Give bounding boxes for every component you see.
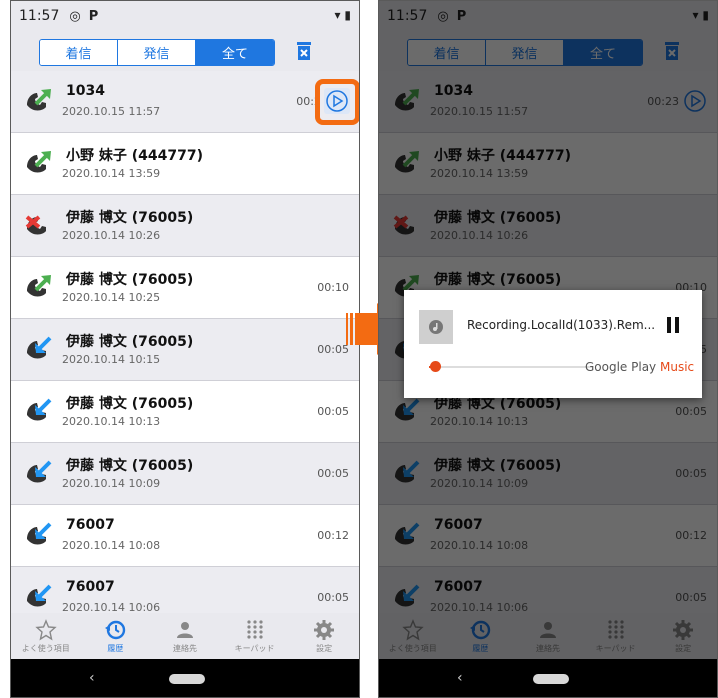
call-duration: 00:10 (317, 281, 349, 294)
keypad-icon (246, 620, 263, 639)
outgoing-call-icon (27, 89, 51, 111)
trash-icon[interactable] (296, 41, 312, 61)
outgoing-call-icon (27, 275, 51, 297)
home-pill[interactable] (533, 674, 569, 684)
system-nav-bar: ‹ (379, 659, 717, 697)
caller-name: 1034 (66, 83, 105, 99)
caller-name: 伊藤 博文 (76005) (66, 210, 194, 226)
incoming-call-icon (27, 336, 52, 359)
wifi-battery-icon: ▾ ▮ (334, 8, 351, 22)
call-row[interactable]: 小野 妹子 (444777) 2020.10.14 13:59 (11, 133, 359, 195)
call-date: 2020.10.14 10:13 (62, 415, 161, 428)
back-icon[interactable]: ‹ (89, 670, 95, 686)
call-row[interactable]: 伊藤 博文 (76005) 2020.10.14 10:13 00:05 (11, 381, 359, 443)
filter-bar: 着信 発信 全て (11, 31, 359, 71)
incoming-call-icon (27, 398, 52, 421)
call-row[interactable]: 伊藤 博文 (76005) 2020.10.14 10:09 00:05 (11, 443, 359, 505)
media-player-popup: Recording.LocalId(1033).Rem... Google Pl… (404, 290, 702, 398)
missed-call-icon (25, 215, 46, 235)
caller-name: 伊藤 博文 (76005) (66, 334, 194, 350)
nav-item-contact[interactable]: 連絡先 (150, 613, 220, 659)
phone-screen-after: 11:57 ◎ P ▾ ▮ 着信 発信 全て 10342020.10.15 11… (378, 0, 718, 698)
pause-icon[interactable] (666, 317, 680, 333)
album-art (419, 310, 453, 344)
caller-name: 伊藤 博文 (76005) (66, 458, 194, 474)
call-list: 1034 2020.10.15 11:57 00:2 小野 妹子 (444777) 20… (11, 71, 359, 629)
tab-all[interactable]: 全て (196, 40, 274, 65)
call-row[interactable]: 76007 2020.10.14 10:08 00:12 (11, 505, 359, 567)
caller-name: 76007 (66, 579, 115, 595)
call-row[interactable]: 伊藤 博文 (76005) 2020.10.14 10:15 00:05 (11, 319, 359, 381)
nav-item-star[interactable]: よく使う項目 (11, 613, 81, 659)
nav-label: 連絡先 (172, 644, 197, 653)
call-date: 2020.10.14 10:08 (62, 539, 161, 552)
nav-label: よく使う項目 (21, 644, 70, 653)
settings-icon (314, 620, 335, 640)
caller-name: 伊藤 博文 (76005) (66, 272, 194, 288)
nav-label: 履歴 (107, 644, 124, 653)
call-duration: 00:05 (317, 405, 349, 418)
contact-icon (176, 622, 193, 638)
call-date: 2020.10.14 10:09 (62, 477, 161, 490)
google-play-music-logo: Google Play Music (585, 360, 695, 374)
call-date: 2020.10.15 11:57 (62, 105, 161, 118)
call-date: 2020.10.14 10:15 (62, 353, 161, 366)
home-pill[interactable] (169, 674, 205, 684)
tab-outgoing[interactable]: 発信 (118, 40, 196, 65)
history-icon (105, 620, 126, 640)
tab-incoming[interactable]: 着信 (40, 40, 118, 65)
call-date: 2020.10.14 13:59 (62, 167, 161, 180)
call-row[interactable]: 伊藤 博文 (76005) 2020.10.14 10:26 (11, 195, 359, 257)
call-duration: 00:05 (317, 591, 349, 604)
call-duration: 00:05 (317, 343, 349, 356)
phone-screen-before: 11:57 ◎ P ▾ ▮ 着信 発信 全て 1034 2020.10.15 11… (10, 0, 360, 698)
play-highlight-box (315, 79, 359, 125)
incoming-call-icon (27, 584, 52, 607)
call-row[interactable]: 伊藤 博文 (76005) 2020.10.14 10:25 00:10 (11, 257, 359, 319)
progress-track[interactable] (429, 366, 592, 368)
bottom-nav: よく使う項目 履歴 連絡先 キーパッド 設定 (11, 613, 359, 659)
filter-tabs: 着信 発信 全て (39, 39, 275, 66)
incoming-call-icon (27, 522, 52, 545)
nav-label: キーパッド (234, 644, 275, 653)
call-row[interactable]: 1034 2020.10.15 11:57 00:2 (11, 71, 359, 133)
call-date: 2020.10.14 10:26 (62, 229, 161, 242)
app-p-icon: P (88, 8, 99, 24)
location-icon: ◎ (69, 8, 81, 24)
caller-name: 伊藤 博文 (76005) (66, 396, 194, 412)
status-bar: 11:57 ◎ P ▾ ▮ (11, 1, 359, 31)
back-icon[interactable]: ‹ (457, 670, 463, 686)
nav-label: 設定 (316, 644, 333, 653)
call-duration: 00:12 (317, 529, 349, 542)
caller-name: 小野 妹子 (444777) (66, 148, 203, 164)
call-duration: 00:05 (317, 467, 349, 480)
system-nav-bar: ‹ (11, 659, 359, 697)
call-date: 2020.10.14 10:25 (62, 291, 161, 304)
music-note-icon (429, 320, 443, 334)
status-time: 11:57 (19, 8, 60, 24)
outgoing-call-icon (27, 151, 51, 173)
incoming-call-icon (27, 460, 52, 483)
caller-name: 76007 (66, 517, 115, 533)
star-icon (35, 619, 57, 641)
nav-item-keypad[interactable]: キーパッド (220, 613, 290, 659)
nav-item-settings[interactable]: 設定 (289, 613, 359, 659)
recording-title: Recording.LocalId(1033).Rem... (467, 318, 656, 332)
progress-knob[interactable] (430, 361, 441, 372)
nav-item-history[interactable]: 履歴 (81, 613, 151, 659)
